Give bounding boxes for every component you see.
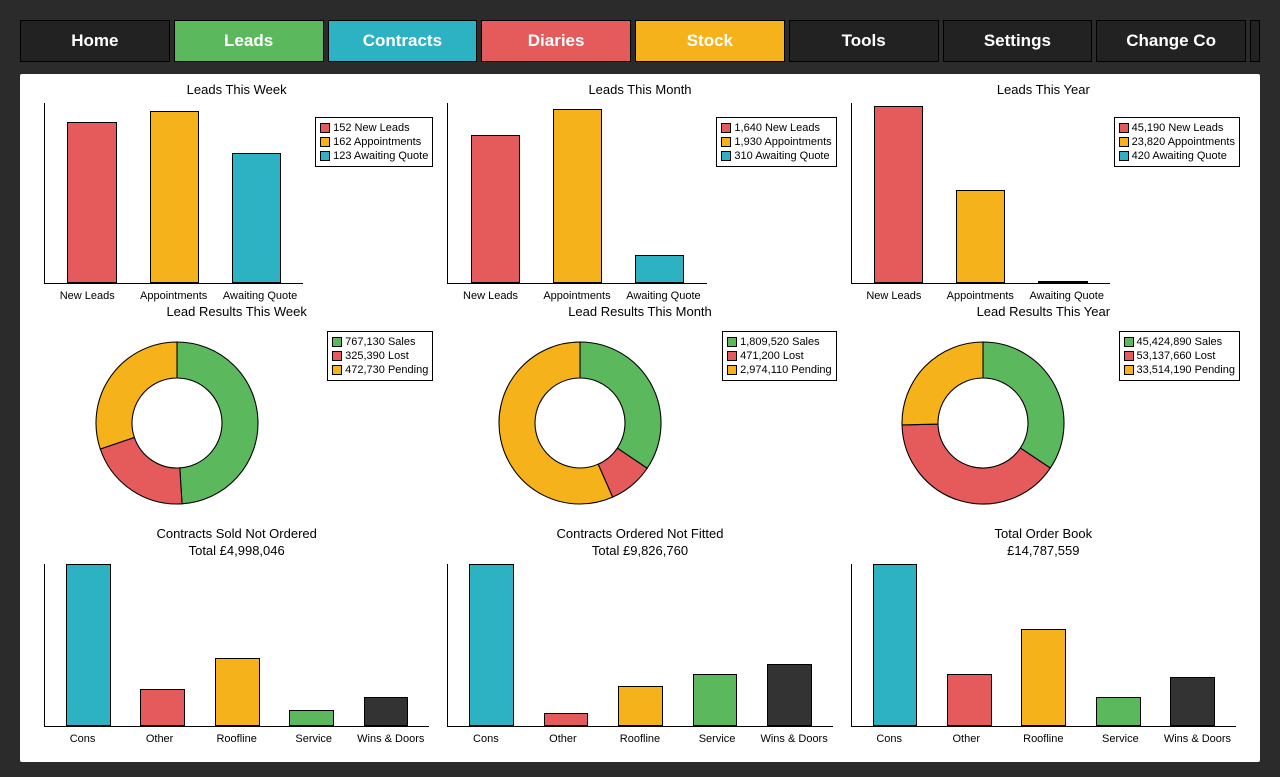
bar-label: Other [928,733,1005,745]
bar-label: Cons [851,733,928,745]
bar-Cons [469,564,514,727]
bar-label: New Leads [851,290,937,302]
bar-Awaiting Quote [1038,281,1087,283]
bar-Appointments [956,190,1005,283]
chart-results_year: Lead Results This Year 45,424,890 Sales53… [847,304,1240,526]
bar-label: Wins & Doors [756,733,833,745]
chart-title: Lead Results This Year [847,304,1240,319]
chart-order_book: Total Order Book £14,787,559 ConsOtherRoof… [847,526,1240,748]
bar-Other [544,713,589,726]
donut-svg [893,333,1073,513]
chart-subtitle: Total £9,826,760 [443,543,836,558]
bar-Roofline [618,686,663,727]
bar-Service [1096,697,1141,726]
bar-Wins & Doors [767,664,812,726]
bar-Awaiting Quote [635,255,684,283]
chart-subtitle: £14,787,559 [847,543,1240,558]
bar-label: New Leads [44,290,130,302]
slice-Pending [96,342,177,449]
chart-title: Leads This Week [40,82,433,97]
dashboard-panel: Leads This Week 152 New Leads162 Appointm… [20,74,1260,762]
bar-label: Wins & Doors [352,733,429,745]
bar-Appointments [553,109,602,282]
chart-leads_week: Leads This Week 152 New Leads162 Appointm… [40,82,433,304]
slice-Sales [177,342,258,504]
nav-change-co[interactable]: Change Co [1096,20,1246,62]
bar-New Leads [471,135,520,282]
bar-label: Appointments [130,290,216,302]
bar-Cons [66,564,111,727]
chart-subtitle: Total £4,998,046 [40,543,433,558]
bar-label: Roofline [198,733,275,745]
chart-leads_year: Leads This Year 45,190 New Leads23,820 Ap… [847,82,1240,304]
chart-legend: 45,424,890 Sales53,137,660 Lost33,514,19… [1119,331,1240,381]
nav-stock[interactable]: Stock [635,20,785,62]
chart-ordered_not_fitted: Contracts Ordered Not Fitted Total £9,826… [443,526,836,748]
bar-label: Service [1082,733,1159,745]
bar-Cons [873,564,918,727]
donut-svg [87,333,267,513]
bar-label: Appointments [534,290,620,302]
chart-title: Contracts Sold Not Ordered [40,526,433,541]
bar-New Leads [67,122,116,283]
bar-label: Wins & Doors [1159,733,1236,745]
bar-Awaiting Quote [232,153,281,283]
bar-label: Cons [44,733,121,745]
bar-Other [140,689,185,726]
chart-results_month: Lead Results This Month 1,809,520 Sales 4… [443,304,836,526]
bar-New Leads [874,106,923,283]
bar-label: Service [679,733,756,745]
nav-diaries[interactable]: Diaries [481,20,631,62]
nav-contracts[interactable]: Contracts [328,20,478,62]
nav-home[interactable]: Home [20,20,170,62]
nav-leads[interactable]: Leads [174,20,324,62]
chart-legend: 45,190 New Leads23,820 Appointments 420 … [1114,117,1240,167]
chart-legend: 1,809,520 Sales 471,200 Lost2,974,110 Pe… [722,331,837,381]
slice-Lost [100,438,182,505]
chart-title: Contracts Ordered Not Fitted [443,526,836,541]
bar-label: Awaiting Quote [1024,290,1110,302]
top-nav: Home Leads Contracts Diaries Stock Tools… [20,20,1260,62]
slice-Pending [902,342,983,425]
bar-label: Awaiting Quote [217,290,303,302]
chart-legend: 1,640 New Leads1,930 Appointments 310 Aw… [716,117,836,167]
donut-svg [490,333,670,513]
nav-tools[interactable]: Tools [789,20,939,62]
bar-label: Awaiting Quote [620,290,706,302]
chart-sold_not_ordered: Contracts Sold Not Ordered Total £4,998,0… [40,526,433,748]
bar-label: Cons [447,733,524,745]
bar-Wins & Doors [364,697,409,726]
bar-label: Roofline [601,733,678,745]
bar-Other [947,674,992,726]
bar-label: Other [524,733,601,745]
nav-overflow[interactable] [1250,20,1260,62]
bar-label: Other [121,733,198,745]
bar-Appointments [150,111,199,282]
chart-title: Lead Results This Week [40,304,433,319]
slice-Sales [580,342,661,468]
bar-Roofline [215,658,260,726]
chart-title: Leads This Year [847,82,1240,97]
chart-title: Leads This Month [443,82,836,97]
bar-label: Service [275,733,352,745]
bar-Wins & Doors [1170,677,1215,726]
bar-Service [289,710,334,726]
bar-label: New Leads [447,290,533,302]
chart-results_week: Lead Results This Week 767,130 Sales325,3… [40,304,433,526]
chart-leads_month: Leads This Month 1,640 New Leads1,930 App… [443,82,836,304]
chart-title: Lead Results This Month [443,304,836,319]
bar-Roofline [1021,629,1066,727]
bar-Service [693,674,738,726]
nav-settings[interactable]: Settings [943,20,1093,62]
slice-Sales [983,342,1064,468]
chart-title: Total Order Book [847,526,1240,541]
chart-legend: 767,130 Sales325,390 Lost472,730 Pending [327,331,433,381]
chart-legend: 152 New Leads162 Appointments123 Awaitin… [315,117,433,167]
bar-label: Appointments [937,290,1023,302]
bar-label: Roofline [1005,733,1082,745]
